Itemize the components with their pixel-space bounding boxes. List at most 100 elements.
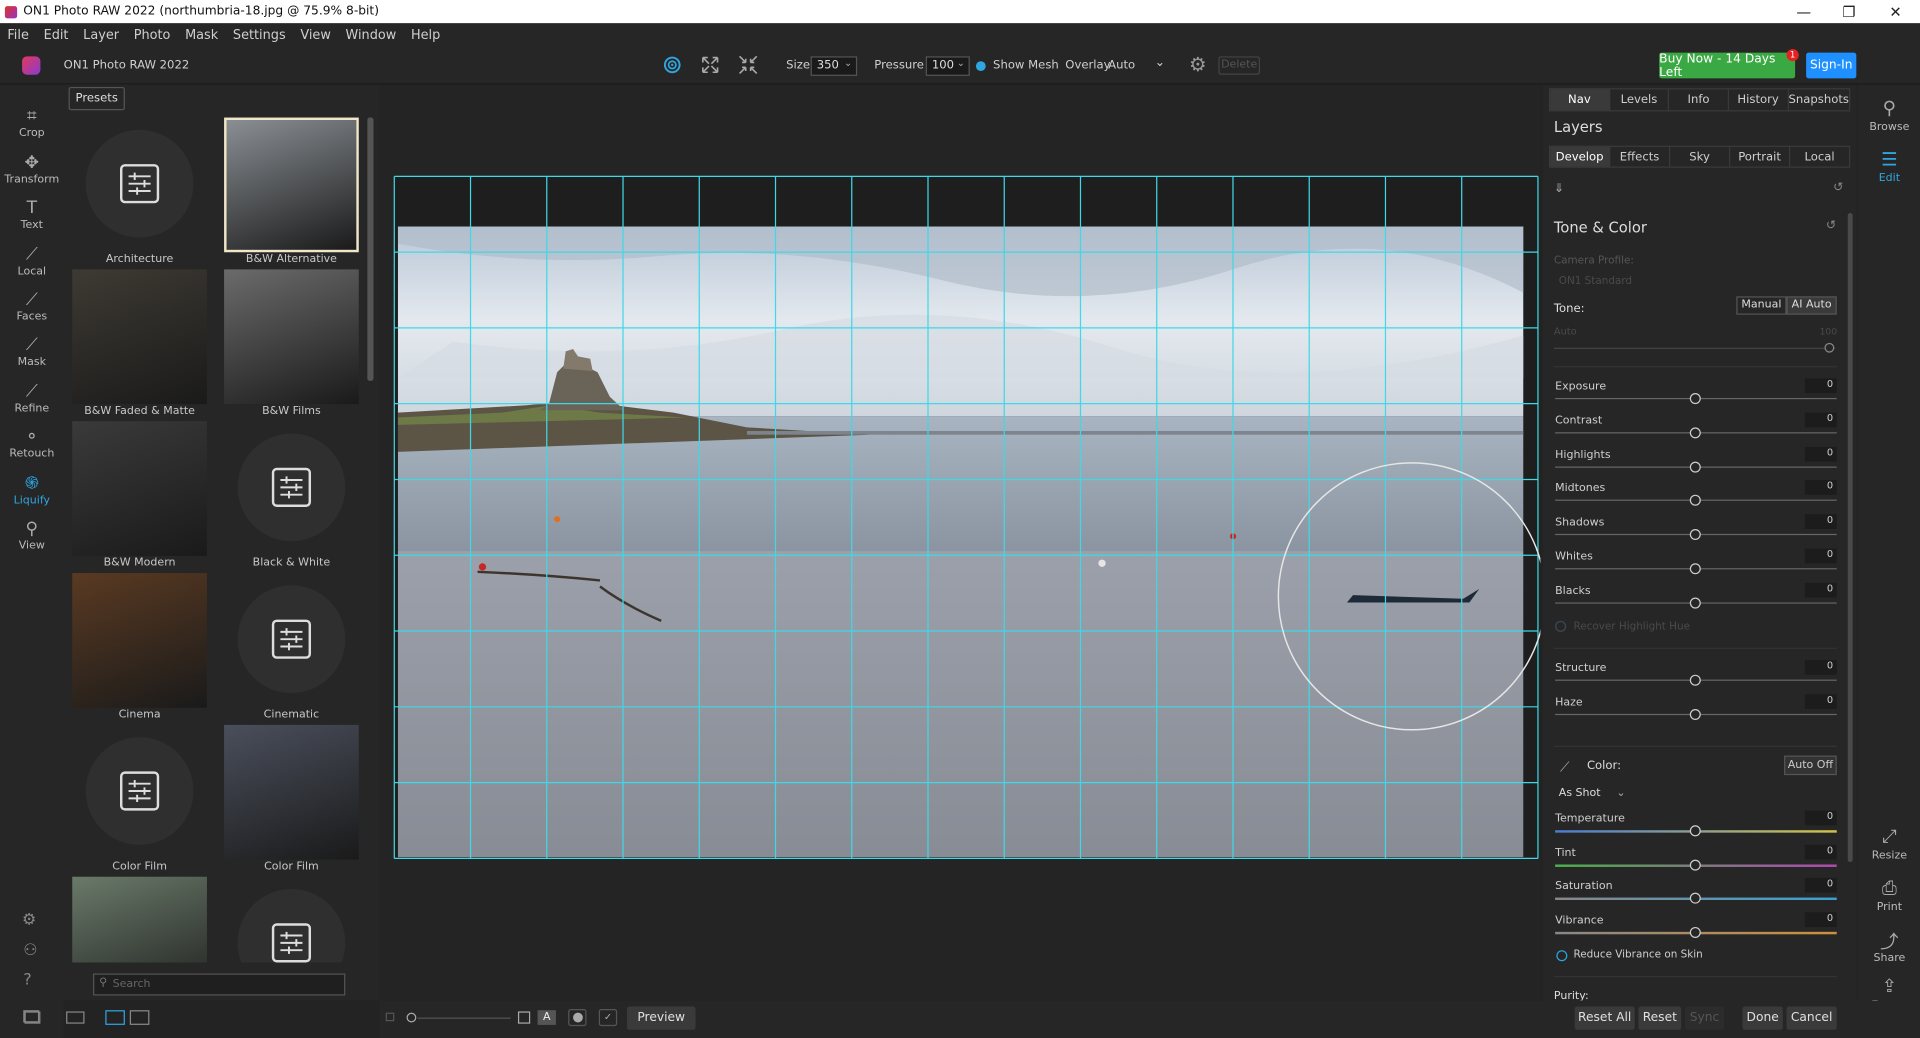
preset-item[interactable]: Architecture [72, 118, 207, 270]
menu-view[interactable]: View [293, 28, 338, 43]
tab-snapshots[interactable]: Snapshots [1789, 89, 1849, 110]
liquify-push-icon[interactable] [661, 54, 683, 76]
nav-print[interactable]: ⎙ Print [1859, 877, 1920, 914]
pressure-input[interactable]: 100 ⌄ [925, 56, 970, 76]
menu-help[interactable]: Help [404, 28, 448, 43]
slider-value[interactable]: 0 [1804, 378, 1837, 394]
slider-knob[interactable] [1689, 674, 1701, 686]
section-title[interactable]: Tone & Color [1554, 219, 1647, 236]
manual-button[interactable]: Manual [1736, 296, 1787, 315]
slider-value[interactable]: 0 [1804, 911, 1837, 927]
left-panel-toggle-icon[interactable] [24, 1011, 41, 1024]
preset-item[interactable]: Cinema [72, 573, 207, 725]
zoom-slider-track[interactable] [417, 1017, 511, 1019]
preset-item[interactable] [72, 876, 207, 963]
slider-knob[interactable] [1689, 825, 1701, 837]
camera-profile-value[interactable]: ON1 Standard [1559, 276, 1632, 288]
slider-knob[interactable] [1689, 708, 1701, 721]
slider-knob[interactable] [1689, 597, 1701, 609]
ai-auto-button[interactable]: AI Auto [1786, 296, 1837, 315]
fit-icon[interactable] [385, 1012, 395, 1022]
tool-local[interactable]: ⟋ Local [0, 245, 64, 278]
eyedropper-icon[interactable]: ⟋ [1560, 759, 1569, 776]
preset-item[interactable]: Color Film [72, 725, 207, 877]
slider-haze[interactable]: Haze 0 [1555, 694, 1837, 729]
slider-value[interactable]: 0 [1804, 877, 1837, 893]
slider-tint[interactable]: Tint 0 [1555, 844, 1837, 879]
contract-icon[interactable] [738, 55, 758, 75]
maximize-button[interactable]: ❐ [1827, 0, 1871, 23]
minimize-button[interactable]: — [1782, 0, 1826, 23]
slider-knob[interactable] [1689, 858, 1701, 871]
menu-photo[interactable]: Photo [126, 28, 177, 43]
tab-local[interactable]: Local [1790, 147, 1849, 167]
slider-value[interactable]: 0 [1804, 844, 1837, 859]
tool-liquify[interactable]: ֍ Liquify [0, 474, 64, 507]
tool-mask[interactable]: ⟋ Mask [0, 336, 64, 369]
soft-proof-icon[interactable]: ✓ [598, 1008, 618, 1027]
preset-item[interactable]: Black & White [224, 421, 359, 573]
slider-value[interactable]: 0 [1804, 480, 1837, 496]
slider-knob[interactable] [1689, 461, 1701, 473]
menu-window[interactable]: Window [338, 28, 403, 43]
auto-amount-knob[interactable] [1824, 342, 1835, 353]
nav-browse[interactable]: ⚲ Browse [1859, 97, 1920, 134]
show-mesh-checkbox[interactable] [975, 61, 986, 72]
menu-mask[interactable]: Mask [178, 28, 226, 43]
auto-amount-track[interactable] [1553, 347, 1836, 349]
preset-item[interactable]: Color Film [224, 724, 359, 877]
slider-knob[interactable] [1689, 495, 1701, 507]
tab-portrait[interactable]: Portrait [1730, 146, 1791, 167]
pressure-dropdown-icon[interactable]: ⌄ [957, 58, 965, 69]
preset-item[interactable] [224, 877, 359, 963]
overlay-chevron-down-icon[interactable]: ⌄ [1155, 56, 1165, 69]
sync-button[interactable]: Sync [1684, 1006, 1725, 1030]
done-button[interactable]: Done [1742, 1006, 1783, 1030]
slider-whites[interactable]: Whites 0 [1555, 548, 1837, 583]
tab-sky[interactable]: Sky [1670, 146, 1731, 167]
white-balance-select[interactable]: As Shot ⌄ [1559, 787, 1626, 799]
tab-levels[interactable]: Levels [1610, 89, 1670, 111]
buy-now-button[interactable]: Buy Now - 14 Days Left [1659, 52, 1796, 79]
presets-scrollbar[interactable] [367, 117, 374, 381]
gear-icon[interactable]: ⚙ [1189, 53, 1207, 76]
preset-item[interactable]: B&W Modern [72, 421, 207, 573]
liquify-canvas-svg[interactable] [380, 84, 1541, 1000]
slider-blacks[interactable]: Blacks 0 [1555, 582, 1837, 617]
size-dropdown-icon[interactable]: ⌄ [844, 58, 852, 69]
cancel-button[interactable]: Cancel [1786, 1006, 1837, 1030]
compare-icon[interactable] [517, 1011, 531, 1024]
filmstrip-icon[interactable] [66, 1011, 85, 1024]
auto-off-button[interactable]: Auto Off [1784, 755, 1837, 776]
image-canvas[interactable] [379, 84, 1541, 1001]
slider-knob[interactable] [1689, 427, 1701, 439]
user-icon[interactable]: ⚇ [23, 942, 37, 960]
size-input[interactable]: 350 ⌄ [810, 56, 858, 76]
tool-transform[interactable]: ✥ Transform [0, 153, 64, 186]
layers-heading[interactable]: Layers [1554, 119, 1603, 136]
help-icon[interactable]: ? [23, 971, 31, 989]
tool-view[interactable]: ⚲ View [0, 519, 64, 552]
slider-knob[interactable] [1689, 563, 1701, 575]
menu-layer[interactable]: Layer [76, 28, 127, 43]
tab-develop[interactable]: Develop [1550, 146, 1611, 167]
tab-history[interactable]: History [1729, 89, 1789, 111]
reset-all-button[interactable]: Reset All [1574, 1006, 1635, 1030]
slider-knob[interactable] [1689, 393, 1701, 405]
slider-contrast[interactable]: Contrast 0 [1555, 412, 1837, 447]
slider-value[interactable]: 0 [1804, 660, 1837, 675]
tool-retouch[interactable]: ⚬ Retouch [0, 427, 64, 460]
reset-button[interactable]: Reset [1638, 1006, 1682, 1030]
save-preset-icon[interactable]: ⇓ [1554, 182, 1564, 195]
slider-value[interactable]: 0 [1804, 412, 1837, 428]
slider-midtones[interactable]: Midtones 0 [1555, 480, 1837, 515]
preset-item[interactable]: B&W Faded & Matte [72, 269, 207, 421]
menu-edit[interactable]: Edit [36, 28, 76, 43]
single-view-icon[interactable] [105, 1010, 125, 1025]
slider-highlights[interactable]: Highlights 0 [1555, 446, 1837, 481]
slider-exposure[interactable]: Exposure 0 [1555, 378, 1837, 413]
slider-vibrance[interactable]: Vibrance 0 [1555, 911, 1837, 946]
slider-value[interactable]: 0 [1804, 810, 1837, 826]
menu-file[interactable]: File [0, 28, 36, 43]
nav-resize[interactable]: ⤢ Resize [1859, 825, 1920, 862]
